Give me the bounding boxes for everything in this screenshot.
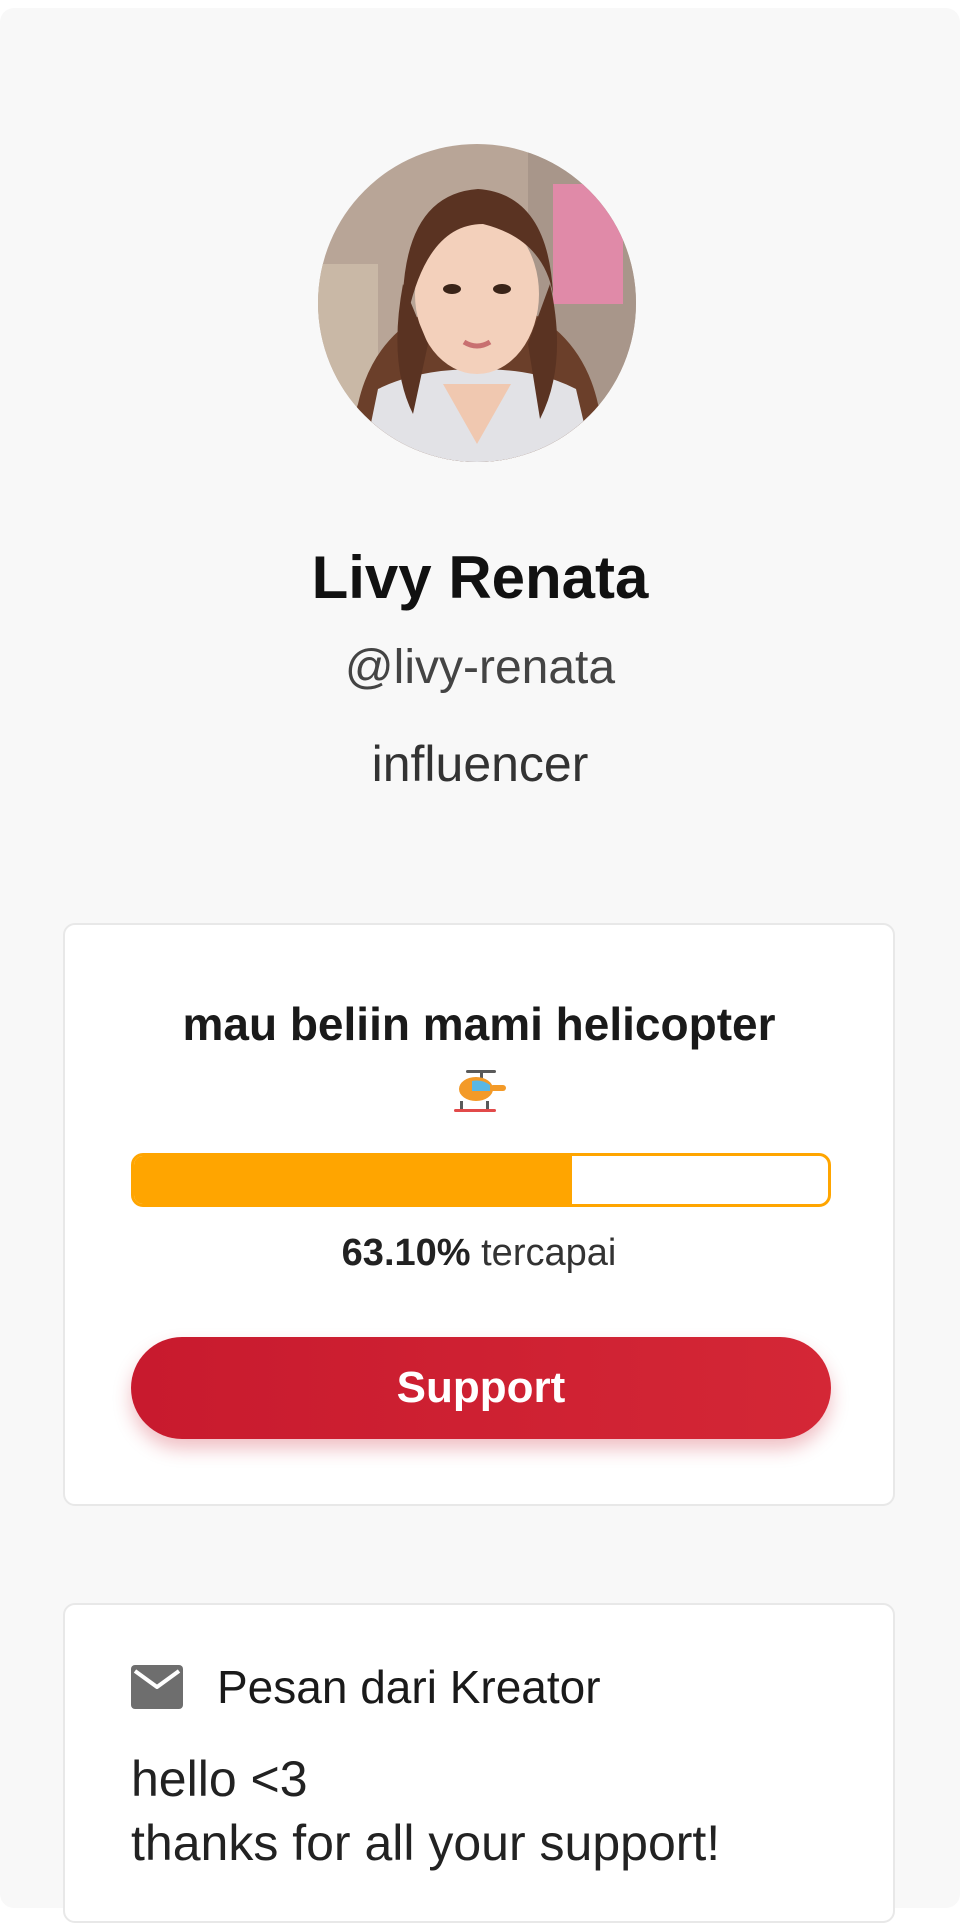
creator-message-body: hello <3 thanks for all your support! <box>131 1747 851 1875</box>
creator-message-line: hello <3 <box>131 1751 308 1807</box>
avatar-photo <box>318 144 636 462</box>
helicopter-icon <box>454 1070 506 1112</box>
goal-progress-fill <box>134 1156 572 1204</box>
creator-message-header: Pesan dari Kreator <box>131 1657 601 1717</box>
goal-progress-text: 63.10% tercapai <box>65 1227 893 1279</box>
creator-message-line: thanks for all your support! <box>131 1815 721 1871</box>
mail-icon <box>131 1665 183 1709</box>
profile-bio: influencer <box>371 736 589 792</box>
goal-progress-bar <box>131 1153 831 1207</box>
creator-message-title: Pesan dari Kreator <box>217 1661 601 1713</box>
goal-progress-percent: 63.10% <box>341 1232 471 1274</box>
profile-name: Livy Renata <box>311 544 649 611</box>
creator-message-card: Pesan dari Kreator hello <3 thanks for a… <box>63 1603 895 1923</box>
profile-page: Livy Renata @livy-renata influencer mau … <box>0 8 960 1923</box>
support-button[interactable]: Support <box>131 1337 831 1439</box>
goal-progress-suffix: tercapai <box>481 1232 617 1274</box>
profile-handle: @livy-renata <box>344 641 616 694</box>
goal-title: mau beliin mami helicopter <box>182 998 776 1050</box>
goal-card: mau beliin mami helicopter 63.10% tercap… <box>63 923 895 1506</box>
avatar <box>318 144 636 462</box>
